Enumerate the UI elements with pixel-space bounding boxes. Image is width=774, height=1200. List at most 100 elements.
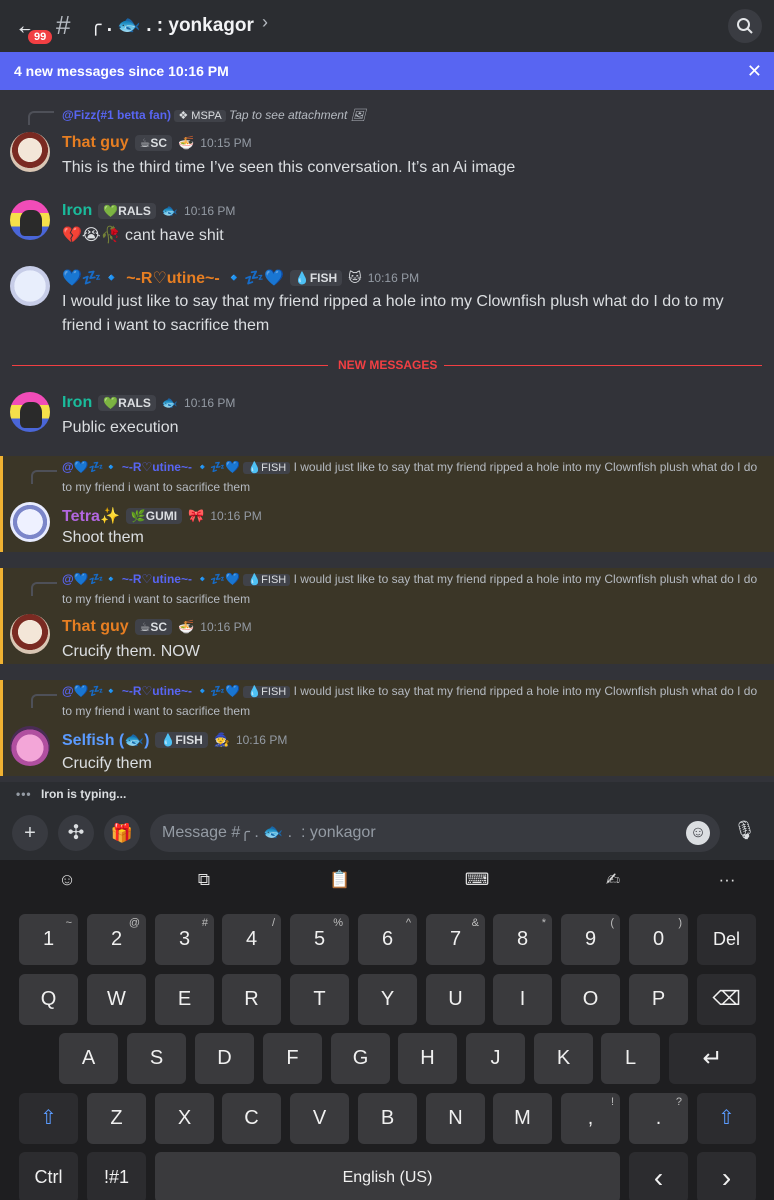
role-tag[interactable]: ☕SC [134,135,173,151]
key-4[interactable]: 4/ [222,914,281,965]
author-name[interactable]: Iron [62,202,92,220]
avatar[interactable] [10,502,50,542]
avatar[interactable] [10,726,50,766]
cursor-right-key[interactable]: › [697,1152,756,1200]
message-item-mention[interactable]: @💙💤🔹 ~-R♡utine~- 🔹💤💙 💧FISH I would just … [0,456,774,552]
avatar[interactable] [10,392,50,432]
key-l[interactable]: L [601,1033,660,1084]
shift-key-right[interactable]: ⇧ [697,1093,756,1144]
message-item[interactable]: @Fizz(#1 betta fan) ❖ MSPA Tap to see at… [0,102,774,192]
keyboard-layout-icon[interactable]: ⌨ [463,870,491,892]
apps-button[interactable]: ✣ [58,815,94,851]
keyboard-translate-icon[interactable]: ⧉ [190,870,218,892]
key-o[interactable]: O [561,974,620,1025]
key-m[interactable]: M [493,1093,552,1144]
key-u[interactable]: U [426,974,485,1025]
key-v[interactable]: V [290,1093,349,1144]
avatar[interactable] [10,614,50,654]
ctrl-key[interactable]: Ctrl [19,1152,78,1200]
author-name[interactable]: Iron [62,394,92,412]
key-f[interactable]: F [263,1033,322,1084]
enter-key[interactable]: ↵ [669,1033,756,1084]
avatar[interactable] [10,266,50,306]
key-z[interactable]: Z [87,1093,146,1144]
reply-preview[interactable]: @💙💤🔹 ~-R♡utine~- 🔹💤💙 💧FISH I would just … [62,682,762,721]
keyboard-clipboard-icon[interactable]: 📋 [326,870,354,892]
key-g[interactable]: G [331,1033,390,1084]
reply-preview[interactable]: @💙💤🔹 ~-R♡utine~- 🔹💤💙 💧FISH I would just … [62,570,762,609]
author-name[interactable]: Tetra✨ [62,506,120,526]
role-tag[interactable]: 💚RALS [98,395,156,411]
keyboard-handwriting-icon[interactable]: ✍ [599,870,627,892]
gift-button[interactable]: 🎁 [104,815,140,851]
key-w[interactable]: W [87,974,146,1025]
role-tag[interactable]: 🌿GUMI [125,508,183,524]
key-5[interactable]: 5% [290,914,349,965]
key-q[interactable]: Q [19,974,78,1025]
key-p[interactable]: P [629,974,688,1025]
key-7[interactable]: 7 & [426,914,485,965]
author-name[interactable]: That guy [62,134,129,152]
key-a[interactable]: A [59,1033,118,1084]
author-name[interactable]: That guy [62,618,129,636]
microphone-icon[interactable]: 🎙 [733,820,756,841]
avatar[interactable] [10,200,50,240]
key-3[interactable]: 3 # [155,914,214,965]
message-item-mention[interactable]: @💙💤🔹 ~-R♡utine~- 🔹💤💙 💧FISH I would just … [0,680,774,776]
key-6[interactable]: 6 ^ [358,914,417,965]
add-attachment-button[interactable]: + [12,815,48,851]
key-r[interactable]: R [222,974,281,1025]
key-2[interactable]: 2 @ [87,914,146,965]
key-8[interactable]: 8 * [493,914,552,965]
new-messages-banner[interactable]: 4 new messages since 10:16 PM ✕ [0,52,774,90]
key-t[interactable]: T [290,974,349,1025]
key-d[interactable]: D [195,1033,254,1084]
delete-key[interactable]: Del [697,914,756,965]
chevron-right-icon[interactable]: › [262,12,268,33]
key-i[interactable]: I [493,974,552,1025]
message-input-wrapper[interactable]: ☺ [150,814,720,852]
keyboard-emoji-icon[interactable]: ☺ [53,870,81,892]
channel-header: ← 99 # ╭ . 🐟 . : yonkagor › [0,0,774,52]
author-name[interactable]: 💙💤🔹 ~-R♡utine~- 🔹💤💙 [62,268,284,288]
search-button[interactable] [728,9,762,43]
key-s[interactable]: S [127,1033,186,1084]
avatar[interactable] [10,132,50,172]
symbols-key[interactable]: !#1 [87,1152,146,1200]
message-item[interactable]: Iron 💚RALS 🐟 10:16 PM 💔😭🥀 cant have shit [0,196,774,256]
key-b[interactable]: B [358,1093,417,1144]
key-c[interactable]: C [222,1093,281,1144]
close-icon[interactable]: ✕ [747,61,762,82]
reply-preview[interactable]: @💙💤🔹 ~-R♡utine~- 🔹💤💙 💧FISH I would just … [62,458,762,497]
shift-key-left[interactable]: ⇧ [19,1093,78,1144]
message-item[interactable]: Iron 💚RALS 🐟 10:16 PM Public execution [0,388,774,448]
cursor-left-key[interactable]: ‹ [629,1152,688,1200]
key-k[interactable]: K [534,1033,593,1084]
key-j[interactable]: J [466,1033,525,1084]
key-comma[interactable]: ,! [561,1093,620,1144]
key-0[interactable]: 0) [629,914,688,965]
key-x[interactable]: X [155,1093,214,1144]
keyboard-more-icon[interactable]: ··· [713,870,741,892]
role-tag[interactable]: 💧FISH [155,732,208,748]
backspace-key[interactable]: ⌫ [697,974,756,1025]
message-item-mention[interactable]: @💙💤🔹 ~-R♡utine~- 🔹💤💙 💧FISH I would just … [0,568,774,664]
key-e[interactable]: E [155,974,214,1025]
space-key[interactable]: English (US) [155,1152,620,1200]
message-input[interactable] [162,821,672,845]
channel-title[interactable]: ╭ . 🐟 . : yonkagor [90,13,254,37]
role-tag[interactable]: 💧FISH [289,270,343,286]
message-item[interactable]: 💙💤🔹 ~-R♡utine~- 🔹💤💙 💧FISH 🐱 10:16 PM I w… [0,262,774,346]
key-y[interactable]: Y [358,974,417,1025]
reply-preview[interactable]: @Fizz(#1 betta fan) ❖ MSPA Tap to see at… [62,106,762,126]
key-1[interactable]: 1 ~ [19,914,78,965]
key-h[interactable]: H [398,1033,457,1084]
emoji-button[interactable]: ☺ [686,821,710,845]
role-tag[interactable]: ☕SC [134,619,173,635]
role-tag[interactable]: 💚RALS [98,203,156,219]
author-name[interactable]: Selfish (🐟) [62,730,149,750]
message-list[interactable]: @Fizz(#1 betta fan) ❖ MSPA Tap to see at… [0,90,774,808]
key-period[interactable]: .? [629,1093,688,1144]
key-n[interactable]: N [426,1093,485,1144]
key-9[interactable]: 9( [561,914,620,965]
